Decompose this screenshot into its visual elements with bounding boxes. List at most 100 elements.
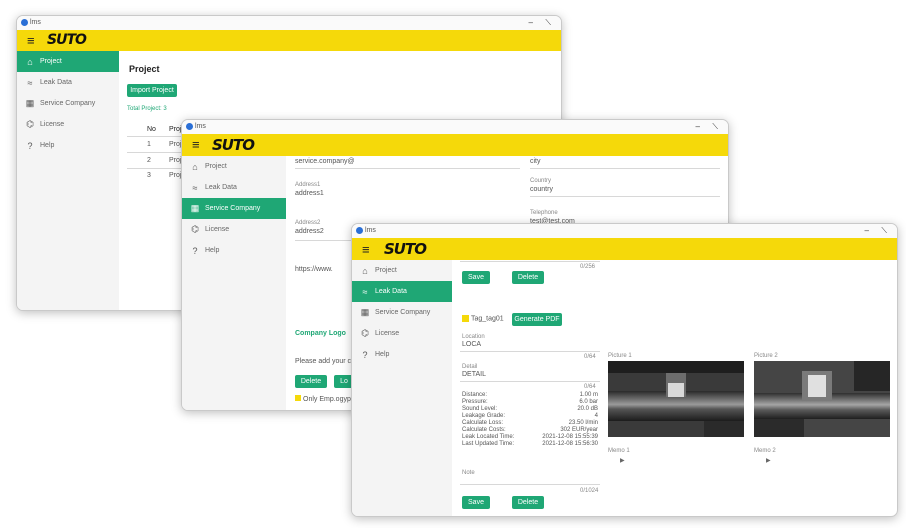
city-label: city [530, 158, 541, 165]
play-memo1-icon[interactable]: ▶ [620, 457, 625, 464]
bottom-delete-button[interactable]: Delete [512, 496, 544, 509]
tag-icon [462, 315, 469, 322]
note-counter: 0/1024 [580, 488, 599, 494]
bottom-save-button[interactable]: Save [462, 496, 490, 509]
suto-logo: SUTO [384, 240, 427, 258]
detail-field[interactable]: DETAIL [462, 371, 486, 378]
checkbox-label[interactable]: Only Emp.ogypa [295, 395, 355, 403]
sidebar-item-service-company[interactable]: ▦ Service Company [17, 93, 119, 114]
sidebar-item-service-company[interactable]: ▦ Service Company [352, 302, 452, 323]
title-bar: lms – ⟍ [352, 224, 897, 238]
metric-label: Leakage Grade: [462, 413, 506, 419]
folder-icon: ⌂ [362, 265, 368, 276]
sidebar: ⌂ Project ≈ Leak Data ▦ Service Company ⌬ Li… [182, 156, 286, 410]
sidebar-item-leak-data[interactable]: ≈ Leak Data [352, 281, 452, 302]
detail-label: Detail [462, 364, 478, 370]
divider [127, 168, 187, 169]
app-bar: ≡ SUTO [182, 134, 728, 156]
address2-field[interactable]: address2 [295, 228, 324, 235]
metric-value: 2021-12-08 15:56:30 [542, 441, 598, 447]
metric-value: 302 EUR/year [560, 427, 598, 433]
company-logo-label: Company Logo [295, 330, 346, 337]
picture1-label: Picture 1 [608, 353, 632, 359]
address1-field[interactable]: address1 [295, 190, 324, 197]
sidebar-item-label: Service Company [40, 100, 96, 107]
minimize-icon[interactable]: – [865, 224, 869, 238]
delete-button[interactable]: Delete [295, 375, 327, 388]
hamburger-menu-icon[interactable]: ≡ [192, 138, 200, 151]
sidebar-item-help[interactable]: ? Help [182, 240, 286, 261]
sidebar-item-label: Leak Data [40, 79, 72, 86]
sidebar-item-leak-data[interactable]: ≈ Leak Data [182, 177, 286, 198]
sidebar-item-project[interactable]: ⌂ Project [182, 156, 286, 177]
building-icon: ▦ [25, 98, 35, 108]
sidebar-item-service-company[interactable]: ▦ Service Company [182, 198, 286, 219]
checkbox-icon[interactable] [295, 395, 301, 401]
divider [460, 484, 600, 485]
metric-label: Leak Located Time: [462, 434, 515, 440]
delete-button[interactable]: Delete [512, 271, 544, 284]
row-number: 3 [147, 172, 151, 179]
help-icon: ? [192, 245, 198, 256]
leak-data-window: lms – ⟍ ≡ SUTO ⌂ Project ≈ Leak Data ▦ Serv… [351, 223, 898, 517]
sidebar-item-label: Service Company [205, 205, 261, 212]
row-number: 1 [147, 141, 151, 148]
sidebar-item-project[interactable]: ⌂ Project [17, 51, 119, 72]
building-icon: ▦ [360, 307, 370, 317]
leak-photo-1[interactable] [608, 361, 744, 437]
divider [127, 136, 187, 137]
email-value[interactable]: service.company@ [295, 158, 355, 165]
leak-icon: ≈ [192, 182, 198, 193]
minimize-icon[interactable]: – [529, 16, 533, 30]
app-title: lms [195, 123, 206, 130]
play-memo2-icon[interactable]: ▶ [766, 457, 771, 464]
sidebar-item-license[interactable]: ⌬ License [352, 323, 452, 344]
country-field[interactable]: country [530, 186, 553, 193]
sidebar-item-label: Leak Data [375, 288, 407, 295]
row-number: 2 [147, 157, 151, 164]
folder-icon: ⌂ [192, 161, 198, 172]
metric-value: 23.50 l/min [568, 420, 598, 426]
save-button[interactable]: Save [462, 271, 490, 284]
location-field[interactable]: LOCA [462, 341, 481, 348]
sidebar-item-help[interactable]: ? Help [352, 344, 452, 365]
sidebar-item-license[interactable]: ⌬ License [182, 219, 286, 240]
sidebar: ⌂ Project ≈ Leak Data ▦ Service Company ⌬ Li… [17, 51, 119, 310]
help-icon: ? [362, 349, 368, 360]
app-icon [356, 227, 363, 234]
column-header-project: Proj [169, 126, 182, 133]
hamburger-menu-icon[interactable]: ≡ [27, 34, 35, 47]
app-icon [21, 19, 28, 26]
address1-label: Address1 [295, 182, 321, 188]
leak-photo-2[interactable] [754, 361, 890, 437]
folder-icon: ⌂ [27, 56, 33, 67]
website-field[interactable]: https://www. [295, 266, 333, 273]
close-icon[interactable]: ⟍ [545, 16, 551, 30]
generate-pdf-button[interactable]: Generate PDF [512, 313, 562, 326]
sidebar-item-label: Project [40, 58, 62, 65]
column-header-no: No [147, 126, 156, 133]
tag-label: Tag_tag01 [462, 315, 504, 322]
checkbox-text: Only Emp.ogypa [303, 396, 355, 403]
close-icon[interactable]: ⟍ [712, 120, 718, 134]
telephone-label: Telephone [530, 210, 558, 216]
metric-value: 6.0 bar [579, 399, 598, 405]
leak-icon: ≈ [362, 286, 368, 297]
sidebar-item-label: Help [40, 142, 55, 149]
sidebar-item-project[interactable]: ⌂ Project [352, 260, 452, 281]
hamburger-menu-icon[interactable]: ≡ [362, 243, 370, 256]
minimize-icon[interactable]: – [696, 120, 700, 134]
sidebar-item-label: Project [205, 163, 227, 170]
close-icon[interactable]: ⟍ [881, 224, 887, 238]
memo2-label: Memo 2 [754, 448, 776, 454]
metric-value: 4 [594, 413, 598, 419]
import-project-button[interactable]: Import Project [127, 84, 177, 97]
sidebar-item-license[interactable]: ⌬ License [17, 114, 119, 135]
help-icon: ? [27, 140, 33, 151]
picture2-label: Picture 2 [754, 353, 778, 359]
sidebar-item-leak-data[interactable]: ≈ Leak Data [17, 72, 119, 93]
app-bar: ≡ SUTO [352, 238, 897, 260]
app-icon [186, 123, 193, 130]
metric-value: 1.00 m [579, 392, 598, 398]
sidebar-item-help[interactable]: ? Help [17, 135, 119, 156]
